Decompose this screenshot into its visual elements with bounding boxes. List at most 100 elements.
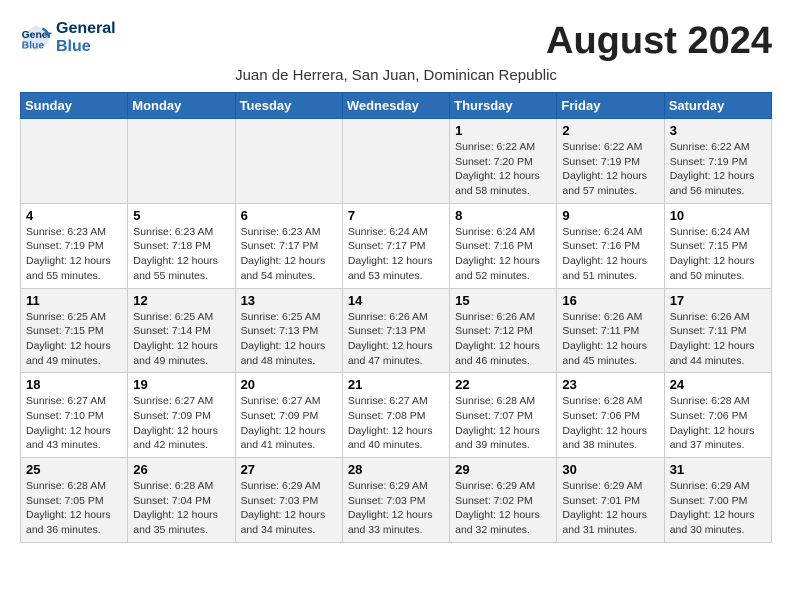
logo-blue: Blue [56,38,116,56]
day-detail: Sunrise: 6:28 AM Sunset: 7:05 PM Dayligh… [26,480,111,536]
day-detail: Sunrise: 6:29 AM Sunset: 7:02 PM Dayligh… [455,480,540,536]
calendar-cell: 22 Sunrise: 6:28 AM Sunset: 7:07 PM Dayli… [450,373,557,458]
calendar-cell: 29 Sunrise: 6:29 AM Sunset: 7:02 PM Dayli… [450,458,557,543]
calendar-cell: 28 Sunrise: 6:29 AM Sunset: 7:03 PM Dayli… [342,458,449,543]
logo-icon: General Blue [20,22,52,54]
calendar-cell: 20Sunrise: 6:27 AM Sunset: 7:09 PM Dayli… [235,373,342,458]
day-number: 4 [26,208,122,223]
calendar-cell: 26Sunrise: 6:28 AM Sunset: 7:04 PM Dayli… [128,458,235,543]
calendar-cell: 15Sunrise: 6:26 AM Sunset: 7:12 PM Dayli… [450,288,557,373]
day-number: 30 [562,462,658,477]
day-detail: Sunrise: 6:26 AM Sunset: 7:11 PM Dayligh… [562,311,647,367]
calendar-cell: 10 Sunrise: 6:24 AM Sunset: 7:15 PM Dayli… [664,203,771,288]
day-number: 29 [455,462,551,477]
day-detail: Sunrise: 6:29 AM Sunset: 7:03 PM Dayligh… [348,480,433,536]
weekday-header-saturday: Saturday [664,93,771,119]
calendar-cell: 30Sunrise: 6:29 AM Sunset: 7:01 PM Dayli… [557,458,664,543]
day-number: 5 [133,208,229,223]
calendar-cell: 19 Sunrise: 6:27 AM Sunset: 7:09 PM Dayli… [128,373,235,458]
day-number: 16 [562,293,658,308]
day-detail: Sunrise: 6:27 AM Sunset: 7:09 PM Dayligh… [241,395,326,451]
calendar-cell: 3Sunrise: 6:22 AM Sunset: 7:19 PM Daylig… [664,119,771,204]
day-number: 12 [133,293,229,308]
day-number: 6 [241,208,337,223]
calendar-cell [342,119,449,204]
calendar-cell: 18Sunrise: 6:27 AM Sunset: 7:10 PM Dayli… [21,373,128,458]
day-number: 1 [455,123,551,138]
day-detail: Sunrise: 6:28 AM Sunset: 7:07 PM Dayligh… [455,395,540,451]
day-detail: Sunrise: 6:25 AM Sunset: 7:14 PM Dayligh… [133,311,218,367]
day-detail: Sunrise: 6:27 AM Sunset: 7:09 PM Dayligh… [133,395,218,451]
calendar-cell [235,119,342,204]
day-number: 8 [455,208,551,223]
day-number: 27 [241,462,337,477]
day-detail: Sunrise: 6:26 AM Sunset: 7:12 PM Dayligh… [455,311,540,367]
calendar-cell: 6 Sunrise: 6:23 AM Sunset: 7:17 PM Daylig… [235,203,342,288]
day-number: 11 [26,293,122,308]
day-number: 13 [241,293,337,308]
day-number: 21 [348,377,444,392]
day-number: 28 [348,462,444,477]
weekday-header-tuesday: Tuesday [235,93,342,119]
month-title: August 2024 [546,20,772,63]
calendar-cell: 13Sunrise: 6:25 AM Sunset: 7:13 PM Dayli… [235,288,342,373]
day-detail: Sunrise: 6:28 AM Sunset: 7:06 PM Dayligh… [670,395,755,451]
weekday-header-sunday: Sunday [21,93,128,119]
calendar-table: SundayMondayTuesdayWednesdayThursdayFrid… [20,92,772,543]
calendar-cell [21,119,128,204]
day-number: 14 [348,293,444,308]
day-detail: Sunrise: 6:23 AM Sunset: 7:17 PM Dayligh… [241,226,326,282]
day-detail: Sunrise: 6:23 AM Sunset: 7:18 PM Dayligh… [133,226,218,282]
day-detail: Sunrise: 6:27 AM Sunset: 7:08 PM Dayligh… [348,395,433,451]
day-detail: Sunrise: 6:24 AM Sunset: 7:15 PM Dayligh… [670,226,755,282]
day-number: 7 [348,208,444,223]
weekday-header-thursday: Thursday [450,93,557,119]
day-number: 10 [670,208,766,223]
calendar-cell: 17 Sunrise: 6:26 AM Sunset: 7:11 PM Dayli… [664,288,771,373]
day-detail: Sunrise: 6:24 AM Sunset: 7:16 PM Dayligh… [455,226,540,282]
day-number: 26 [133,462,229,477]
day-number: 2 [562,123,658,138]
calendar-cell: 4 Sunrise: 6:23 AM Sunset: 7:19 PM Daylig… [21,203,128,288]
day-detail: Sunrise: 6:22 AM Sunset: 7:19 PM Dayligh… [562,141,647,197]
calendar-week-5: 25 Sunrise: 6:28 AM Sunset: 7:05 PM Dayli… [21,458,772,543]
calendar-subtitle: Juan de Herrera, San Juan, Dominican Rep… [20,67,772,84]
day-number: 31 [670,462,766,477]
calendar-cell: 1Sunrise: 6:22 AM Sunset: 7:20 PM Daylig… [450,119,557,204]
logo: General Blue General Blue [20,20,116,56]
day-detail: Sunrise: 6:27 AM Sunset: 7:10 PM Dayligh… [26,395,111,451]
day-number: 19 [133,377,229,392]
calendar-cell: 31 Sunrise: 6:29 AM Sunset: 7:00 PM Dayli… [664,458,771,543]
calendar-week-3: 11Sunrise: 6:25 AM Sunset: 7:15 PM Dayli… [21,288,772,373]
day-detail: Sunrise: 6:26 AM Sunset: 7:13 PM Dayligh… [348,311,433,367]
day-number: 9 [562,208,658,223]
calendar-cell [128,119,235,204]
day-detail: Sunrise: 6:24 AM Sunset: 7:17 PM Dayligh… [348,226,433,282]
calendar-cell: 24Sunrise: 6:28 AM Sunset: 7:06 PM Dayli… [664,373,771,458]
calendar-cell: 23Sunrise: 6:28 AM Sunset: 7:06 PM Dayli… [557,373,664,458]
calendar-week-4: 18Sunrise: 6:27 AM Sunset: 7:10 PM Dayli… [21,373,772,458]
day-number: 17 [670,293,766,308]
calendar-cell: 11Sunrise: 6:25 AM Sunset: 7:15 PM Dayli… [21,288,128,373]
calendar-cell: 14 Sunrise: 6:26 AM Sunset: 7:13 PM Dayli… [342,288,449,373]
calendar-cell: 12 Sunrise: 6:25 AM Sunset: 7:14 PM Dayli… [128,288,235,373]
day-detail: Sunrise: 6:28 AM Sunset: 7:06 PM Dayligh… [562,395,647,451]
calendar-week-1: 1Sunrise: 6:22 AM Sunset: 7:20 PM Daylig… [21,119,772,204]
calendar-cell: 16 Sunrise: 6:26 AM Sunset: 7:11 PM Dayli… [557,288,664,373]
calendar-cell: 2 Sunrise: 6:22 AM Sunset: 7:19 PM Daylig… [557,119,664,204]
calendar-cell: 25 Sunrise: 6:28 AM Sunset: 7:05 PM Dayli… [21,458,128,543]
calendar-cell: 5 Sunrise: 6:23 AM Sunset: 7:18 PM Daylig… [128,203,235,288]
calendar-cell: 9 Sunrise: 6:24 AM Sunset: 7:16 PM Daylig… [557,203,664,288]
day-number: 3 [670,123,766,138]
logo-general: General [56,20,116,38]
day-detail: Sunrise: 6:24 AM Sunset: 7:16 PM Dayligh… [562,226,647,282]
day-detail: Sunrise: 6:23 AM Sunset: 7:19 PM Dayligh… [26,226,111,282]
calendar-week-2: 4 Sunrise: 6:23 AM Sunset: 7:19 PM Daylig… [21,203,772,288]
day-number: 22 [455,377,551,392]
calendar-cell: 8 Sunrise: 6:24 AM Sunset: 7:16 PM Daylig… [450,203,557,288]
day-detail: Sunrise: 6:29 AM Sunset: 7:00 PM Dayligh… [670,480,755,536]
day-number: 25 [26,462,122,477]
weekday-header-wednesday: Wednesday [342,93,449,119]
svg-text:Blue: Blue [22,40,45,51]
day-detail: Sunrise: 6:26 AM Sunset: 7:11 PM Dayligh… [670,311,755,367]
